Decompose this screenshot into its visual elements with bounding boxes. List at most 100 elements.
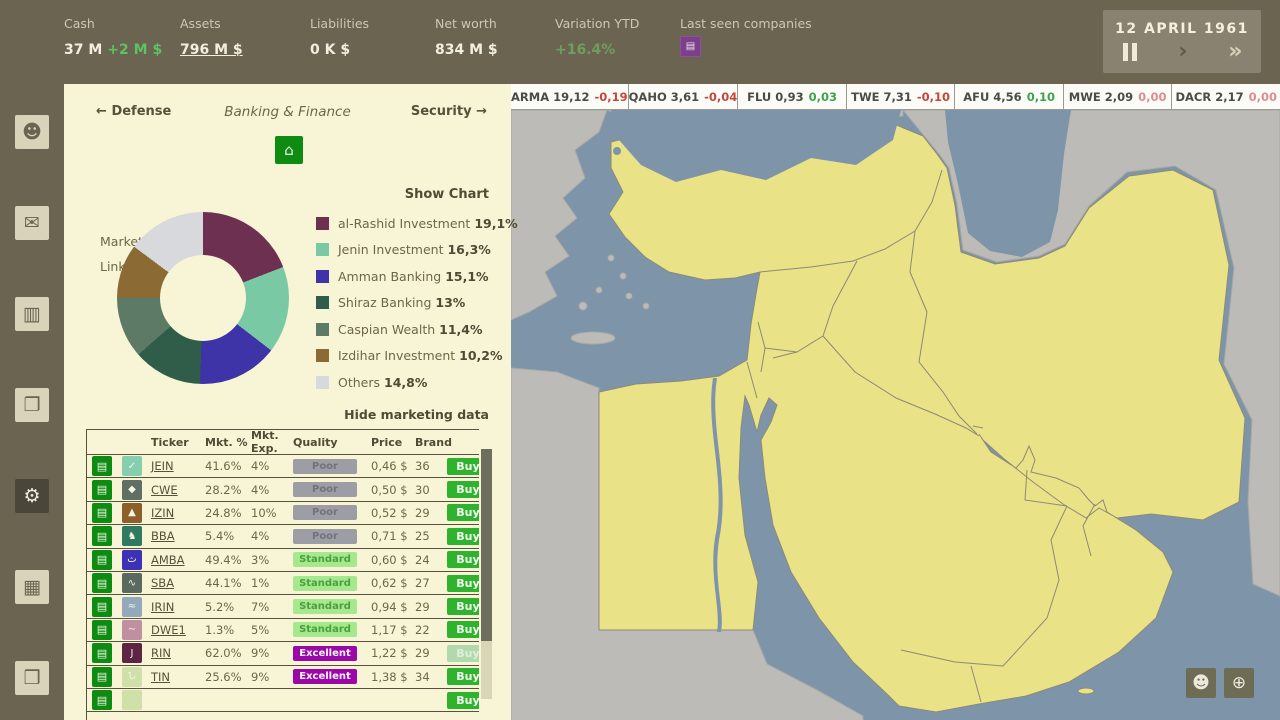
ticker-symbol-price: TWE 7,31 [851, 90, 912, 104]
price-cell: 0,52 $ [371, 506, 415, 520]
price-cell: 0,46 $ [371, 459, 415, 473]
company-logo: Ն [122, 667, 142, 687]
table-row-sba: ▤∿SBA44.1%1%Standard0,62 $27BuySell [87, 572, 479, 595]
ticker-link[interactable]: SBA [151, 576, 174, 590]
sidebar-item-reports[interactable]: ❐ [15, 388, 49, 422]
ticker-link[interactable]: TIN [151, 670, 170, 684]
ticker-link[interactable]: IZIN [151, 506, 174, 520]
sidebar-item-companies[interactable]: ▦ [15, 570, 49, 604]
ticker-symbol-price: ARMA 19,12 [511, 90, 589, 104]
company-action-button[interactable]: ▤ [92, 620, 112, 640]
ticker-change: 0,00 [1249, 90, 1277, 104]
stat-value: 834 M $ [435, 42, 498, 58]
hide-marketing-data-link[interactable]: Hide marketing data [344, 407, 489, 422]
profile-icon: ☻ [22, 121, 42, 143]
step-forward-icon[interactable]: › [1178, 42, 1187, 62]
ticker-item-qaho[interactable]: QAHO 3,61-0,04 [629, 84, 739, 110]
company-icon: ▤ [686, 41, 695, 52]
next-sector-button[interactable]: Security → [411, 104, 487, 119]
brand-cell: 29 [415, 646, 445, 660]
current-date: 12 APRIL 1961 [1103, 21, 1261, 37]
buy-button[interactable]: Buy [447, 528, 479, 545]
legend-item: al-Rashid Investment19,1% [316, 210, 518, 237]
ticker-item-dacr[interactable]: DACR 2,170,00 [1172, 84, 1280, 110]
buy-button[interactable]: Buy [447, 692, 479, 709]
pause-icon[interactable] [1123, 43, 1137, 61]
company-action-button[interactable]: ▤ [92, 456, 112, 476]
buy-button[interactable]: Buy [447, 668, 479, 685]
header-cell-mktexp: Mkt. Exp. [251, 429, 293, 455]
ticker-item-arma[interactable]: ARMA 19,12-0,19 [511, 84, 629, 110]
ticker-link[interactable]: IRIN [151, 600, 174, 614]
world-map[interactable]: ☻ ⊕ [511, 110, 1280, 720]
stat-label: Cash [64, 16, 95, 31]
price-cell: 1,22 $ [371, 646, 415, 660]
table-row-izin: ▤▲IZIN24.8%10%Poor0,52 $29BuySell [87, 502, 479, 525]
population-icon: ☻ [1192, 673, 1210, 693]
ticker-item-flu[interactable]: FLU 0,930,03 [738, 84, 847, 110]
ticker-change: -0,04 [704, 90, 737, 104]
brand-cell: 34 [415, 670, 445, 684]
quality-badge: Standard [293, 552, 357, 567]
region-countries[interactable] [599, 114, 1245, 712]
sidebar-item-finance[interactable]: ▥ [15, 297, 49, 331]
market-share-cell: 5.2% [205, 600, 251, 614]
table-header-row: TickerMkt. %Mkt. Exp.QualityPriceBrand [87, 429, 479, 455]
company-action-button[interactable]: ▤ [92, 643, 112, 663]
ticker-link[interactable]: BBA [151, 529, 175, 543]
population-view-button[interactable]: ☻ [1186, 668, 1216, 698]
last-seen-company-button[interactable]: ▤ [680, 36, 701, 57]
company-action-button[interactable]: ▤ [92, 573, 112, 593]
brand-cell: 22 [415, 623, 445, 637]
buy-button[interactable]: Buy [447, 504, 479, 521]
legend-swatch [316, 376, 329, 389]
ticker-item-afu[interactable]: AFU 4,560,10 [955, 84, 1064, 110]
brand-cell: 29 [415, 506, 445, 520]
world-view-button[interactable]: ⊕ [1224, 668, 1254, 698]
buy-button[interactable]: Buy [447, 481, 479, 498]
ticker-item-twe[interactable]: TWE 7,31-0,10 [847, 84, 956, 110]
company-action-button[interactable]: ▤ [92, 526, 112, 546]
ticker-link[interactable]: CWE [151, 483, 178, 497]
ticker-link[interactable]: RIN [151, 646, 171, 660]
ticker-item-mwe[interactable]: MWE 2,090,00 [1064, 84, 1173, 110]
company-action-button[interactable]: ▤ [92, 667, 112, 687]
company-action-button[interactable]: ▤ [92, 503, 112, 523]
table-scrollbar[interactable] [481, 449, 492, 699]
sidebar-item-profile[interactable]: ☻ [15, 115, 49, 149]
buy-button[interactable]: Buy [447, 575, 479, 592]
factory-icon: ▤ [97, 623, 107, 636]
company-action-button[interactable]: ▤ [92, 597, 112, 617]
sidebar-item-industries[interactable]: ⚙ [15, 479, 49, 513]
donut-legend: al-Rashid Investment19,1%Jenin Investmen… [316, 210, 518, 396]
stat-value[interactable]: 796 M $ [180, 42, 243, 58]
scrollbar-thumb[interactable] [481, 449, 492, 641]
buy-button[interactable]: Buy [447, 551, 479, 568]
buy-button[interactable]: Buy [447, 598, 479, 615]
legend-percent: 13% [435, 295, 465, 310]
fast-forward-icon[interactable]: » [1228, 42, 1240, 62]
ticker-link[interactable]: AMBA [151, 553, 185, 567]
factory-icon: ▤ [97, 647, 107, 660]
ticker-link[interactable]: JEIN [151, 459, 174, 473]
top-finance-bar: Cash37 M+2 M $Assets796 M $Liabilities0 … [0, 0, 1280, 84]
market-share-cell: 5.4% [205, 529, 251, 543]
legend-percent: 11,4% [439, 322, 482, 337]
legend-swatch [316, 296, 329, 309]
market-exposure-cell: 5% [251, 623, 293, 637]
sidebar-item-products[interactable]: ❒ [15, 661, 49, 695]
ticker-link[interactable]: DWE1 [151, 623, 186, 637]
show-chart-link[interactable]: Show Chart [405, 187, 489, 202]
buy-button[interactable]: Buy [447, 621, 479, 638]
company-action-button[interactable]: ▤ [92, 550, 112, 570]
company-action-button[interactable]: ▤ [92, 690, 112, 710]
legend-percent: 16,3% [447, 242, 490, 257]
market-share-donut-chart [117, 212, 289, 384]
donut-hole [160, 255, 246, 341]
company-logo [122, 690, 142, 710]
market-exposure-cell: 3% [251, 553, 293, 567]
legend-item: Caspian Wealth11,4% [316, 316, 518, 343]
company-action-button[interactable]: ▤ [92, 480, 112, 500]
sidebar-item-contracts[interactable]: ✉ [15, 206, 49, 240]
buy-button[interactable]: Buy [447, 458, 479, 475]
